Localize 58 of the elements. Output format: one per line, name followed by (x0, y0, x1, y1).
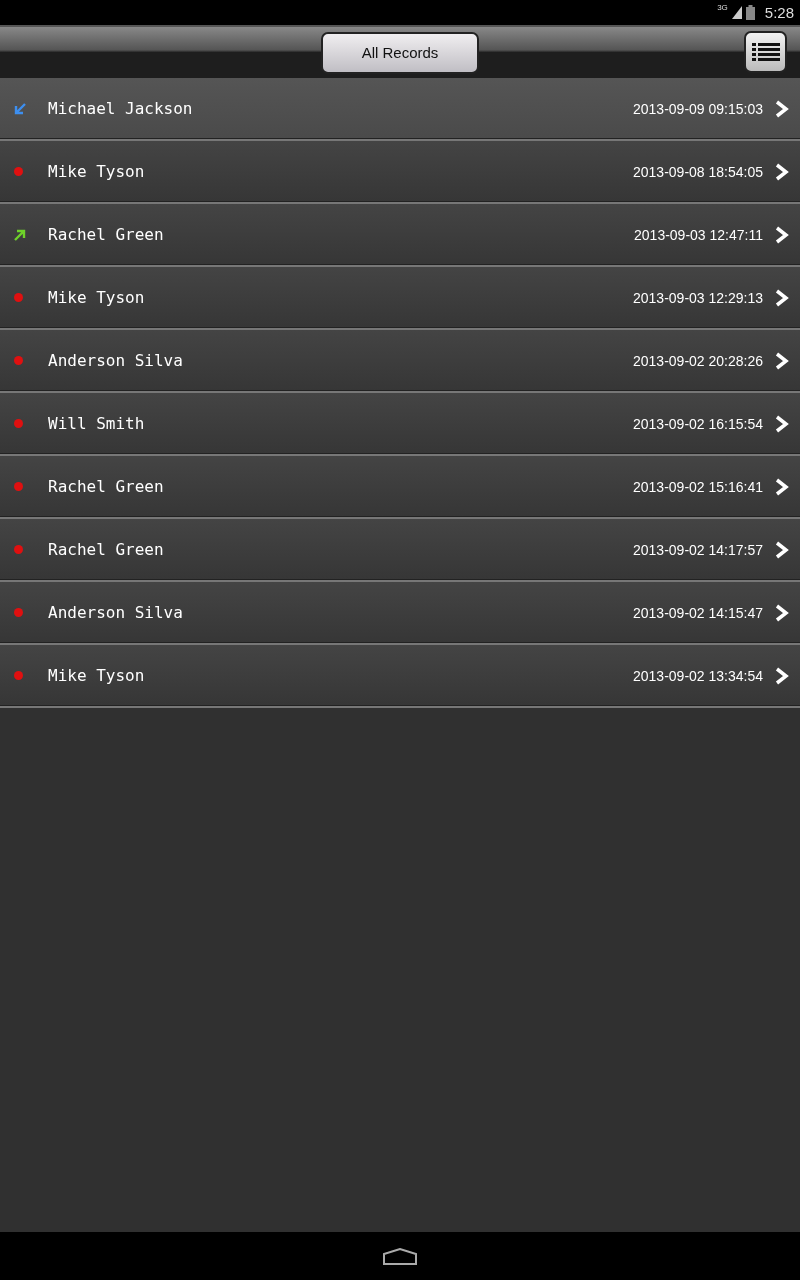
call-time: 2013-09-09 09:15:03 (633, 100, 763, 117)
call-time: 2013-09-08 18:54:05 (633, 163, 763, 180)
chevron-icon (775, 477, 789, 496)
network-label: 3G (717, 3, 728, 12)
call-time: 2013-09-02 15:16:41 (633, 478, 763, 495)
record-row[interactable]: Anderson Silva 2013-09-02 14:15:47 (0, 582, 800, 645)
missed-dot-icon (14, 671, 23, 680)
chevron-icon (775, 99, 789, 118)
chevron-icon (775, 414, 789, 433)
contact-name: Will Smith (48, 414, 146, 433)
contact-name: Mike Tyson (48, 288, 146, 307)
contact-name: Rachel Green (48, 225, 165, 244)
battery-icon (745, 5, 755, 20)
chevron-icon (775, 603, 789, 622)
record-row[interactable]: Rachel Green 2013-09-03 12:47:11 (0, 204, 800, 267)
clock: 5:28 (764, 4, 794, 21)
record-row[interactable]: Rachel Green 2013-09-02 14:17:57 (0, 519, 800, 582)
chevron-icon (775, 540, 789, 559)
chevron-icon (775, 666, 789, 685)
call-time: 2013-09-03 12:47:11 (634, 226, 763, 243)
chevron-icon (775, 162, 789, 181)
signal-icon (731, 6, 742, 19)
call-time: 2013-09-02 20:28:26 (633, 352, 763, 369)
contact-name: Mike Tyson (48, 666, 146, 685)
chevron-icon (775, 288, 789, 307)
call-time: 2013-09-02 14:15:47 (633, 604, 763, 621)
missed-dot-icon (14, 545, 23, 554)
missed-dot-icon (14, 482, 23, 491)
chevron-icon (775, 351, 789, 370)
call-time: 2013-09-03 12:29:13 (633, 289, 763, 306)
missed-dot-icon (14, 419, 23, 428)
contact-name: Anderson Silva (48, 603, 184, 622)
record-row[interactable]: Mike Tyson 2013-09-02 13:34:54 (0, 645, 800, 708)
call-time: 2013-09-02 16:15:54 (633, 415, 763, 432)
contact-name: Michael Jackson (48, 99, 194, 118)
list-menu-button[interactable] (744, 31, 787, 73)
chevron-icon (775, 225, 789, 244)
contact-name: Anderson Silva (48, 351, 184, 370)
home-icon[interactable] (383, 1247, 417, 1265)
all-records-button[interactable]: All Records (321, 31, 479, 74)
call-time: 2013-09-02 13:34:54 (633, 667, 763, 684)
record-row[interactable]: Michael Jackson 2013-09-09 09:15:03 (0, 78, 800, 141)
record-row[interactable]: Anderson Silva 2013-09-02 20:28:26 (0, 330, 800, 393)
contact-name: Mike Tyson (48, 162, 146, 181)
contact-name: Rachel Green (48, 477, 165, 496)
incoming-arrow-icon (14, 102, 26, 115)
record-row[interactable]: Mike Tyson 2013-09-08 18:54:05 (0, 141, 800, 204)
contact-name: Rachel Green (48, 540, 165, 559)
record-row[interactable]: Will Smith 2013-09-02 16:15:54 (0, 393, 800, 456)
call-time: 2013-09-02 14:17:57 (633, 541, 763, 558)
outgoing-arrow-icon (14, 228, 26, 241)
missed-dot-icon (14, 608, 23, 617)
missed-dot-icon (14, 356, 23, 365)
list-icon (751, 42, 780, 62)
missed-dot-icon (14, 293, 23, 302)
record-row[interactable]: Rachel Green 2013-09-02 15:16:41 (0, 456, 800, 519)
missed-dot-icon (14, 167, 23, 176)
record-row[interactable]: Mike Tyson 2013-09-03 12:29:13 (0, 267, 800, 330)
